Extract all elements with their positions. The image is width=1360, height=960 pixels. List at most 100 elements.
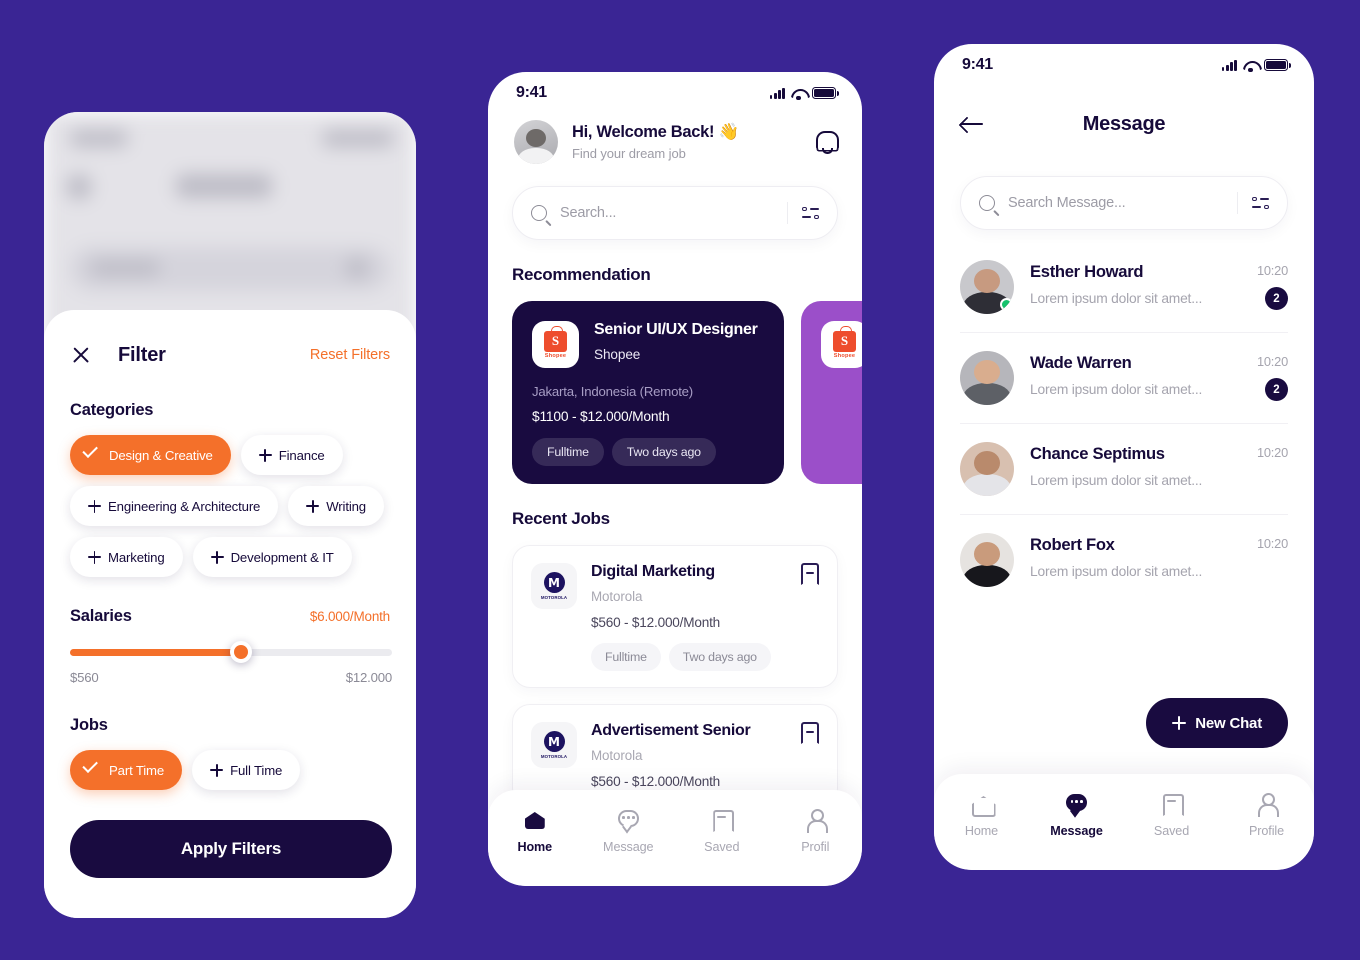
- job-details: Digital Marketing Motorola $560 - $12.00…: [591, 563, 787, 671]
- battery-icon: [1264, 59, 1291, 71]
- category-pill-writing[interactable]: Writing: [288, 486, 384, 526]
- job-list-item[interactable]: MOTOROLA Digital Marketing Motorola $560…: [512, 545, 838, 688]
- slider-range-labels: $560 $12.000: [70, 670, 392, 685]
- plus-icon: [306, 499, 320, 513]
- plus-icon: [210, 550, 224, 564]
- blur-status-time: [70, 130, 128, 147]
- bookmark-icon: [710, 808, 733, 831]
- category-pill-development-it[interactable]: Development & IT: [192, 537, 352, 577]
- avatar: [960, 533, 1014, 587]
- motorola-logo-icon: MOTOROLA: [531, 722, 577, 768]
- tab-saved[interactable]: Saved: [675, 808, 769, 886]
- tab-label: Home: [517, 840, 553, 854]
- filter-icon[interactable]: [1252, 196, 1269, 211]
- pill-label: Marketing: [108, 549, 165, 565]
- status-time: 9:41: [516, 84, 547, 101]
- bookmark-icon[interactable]: [801, 563, 819, 585]
- check-icon: [88, 765, 102, 775]
- recommendation-carousel[interactable]: S Shopee Senior UI/UX Designer Shopee Ja…: [488, 301, 862, 484]
- plus-icon: [210, 763, 224, 777]
- chat-time: 10:20: [1256, 536, 1288, 551]
- profile-icon: [804, 808, 828, 833]
- chat-text: Robert Fox Lorem ipsum dolor sit amet...: [1030, 533, 1241, 579]
- salary-value: $6.000/Month: [309, 609, 390, 624]
- chat-list-item[interactable]: Chance Septimus Lorem ipsum dolor sit am…: [960, 424, 1288, 515]
- tag-posted-time: Two days ago: [668, 643, 771, 671]
- job-type-pill-group: Part Time Full Time: [70, 750, 400, 790]
- filter-icon[interactable]: [802, 206, 819, 221]
- shopee-logo-icon: S Shopee: [821, 321, 862, 368]
- tab-profile[interactable]: Profile: [1219, 792, 1314, 870]
- recommendation-card-next[interactable]: S Shopee: [801, 301, 862, 484]
- job-salary: $560 - $12.000/Month: [591, 615, 721, 630]
- tab-message[interactable]: Message: [1029, 792, 1124, 870]
- search-icon: [531, 205, 547, 221]
- chat-list-item[interactable]: Esther Howard Lorem ipsum dolor sit amet…: [960, 242, 1288, 333]
- chat-list-item[interactable]: Robert Fox Lorem ipsum dolor sit amet...…: [960, 515, 1288, 605]
- category-pill-engineering-architecture[interactable]: Engineering & Architecture: [70, 486, 279, 526]
- new-chat-button[interactable]: New Chat: [1146, 698, 1288, 748]
- message-icon: [1065, 792, 1088, 815]
- tab-label: Profil: [801, 840, 830, 854]
- tag-job-type: Fulltime: [591, 643, 661, 671]
- tab-profile[interactable]: Profil: [769, 808, 863, 886]
- pill-label: Full Time: [230, 762, 283, 778]
- category-pill-marketing[interactable]: Marketing: [70, 537, 183, 577]
- tab-label: Profile: [1249, 824, 1284, 838]
- category-pill-finance[interactable]: Finance: [240, 435, 343, 475]
- user-avatar[interactable]: [514, 120, 558, 164]
- blur-search-text: [90, 260, 160, 276]
- tab-label: Message: [1050, 824, 1103, 838]
- tab-saved[interactable]: Saved: [1124, 792, 1219, 870]
- job-title: Advertisement Senior: [591, 722, 751, 739]
- chat-list-item[interactable]: Wade Warren Lorem ipsum dolor sit amet..…: [960, 333, 1288, 424]
- search-message-input[interactable]: Search Message...: [960, 176, 1288, 230]
- tab-home[interactable]: Home: [488, 808, 582, 886]
- avatar: [960, 442, 1014, 496]
- reset-filters-button[interactable]: Reset Filters: [310, 347, 390, 363]
- status-icons: [769, 87, 839, 100]
- avatar: [960, 351, 1014, 405]
- recommendation-card[interactable]: S Shopee Senior UI/UX Designer Shopee Ja…: [512, 301, 784, 484]
- search-input[interactable]: Search...: [512, 186, 838, 240]
- online-status-dot: [1000, 298, 1013, 311]
- recommendation-heading: Recommendation: [512, 265, 651, 284]
- category-pill-design-creative[interactable]: Design & Creative: [70, 435, 231, 475]
- chat-preview: Lorem ipsum dolor sit amet...: [1030, 382, 1203, 397]
- status-bar: 9:41: [488, 72, 862, 114]
- tab-message[interactable]: Message: [582, 808, 676, 886]
- pill-label: Engineering & Architecture: [108, 498, 261, 514]
- job-salary: $560 - $12.000/Month: [591, 774, 721, 789]
- tab-home[interactable]: Home: [934, 792, 1029, 870]
- chat-preview: Lorem ipsum dolor sit amet...: [1030, 564, 1203, 579]
- recommendation-tags: Fulltime Two days ago: [532, 438, 764, 466]
- chat-text: Chance Septimus Lorem ipsum dolor sit am…: [1030, 442, 1241, 488]
- pill-label: Development & IT: [230, 549, 334, 565]
- bell-icon[interactable]: [815, 130, 839, 154]
- bookmark-icon[interactable]: [801, 722, 819, 744]
- message-icon: [617, 808, 640, 831]
- tag-posted-time: Two days ago: [611, 438, 716, 466]
- check-icon: [88, 450, 102, 460]
- job-type-pill-full-time[interactable]: Full Time: [192, 750, 301, 790]
- shopee-logo-icon: S Shopee: [532, 321, 579, 368]
- home-icon: [970, 792, 993, 815]
- apply-filters-button[interactable]: Apply Filters: [70, 820, 392, 878]
- recommendation-salary: $1100 - $12.000/Month: [532, 409, 670, 424]
- divider: [1236, 192, 1238, 214]
- salary-slider[interactable]: [70, 641, 392, 663]
- signal-icon: [769, 87, 785, 99]
- salaries-heading: Salaries: [70, 607, 132, 625]
- close-icon[interactable]: [70, 344, 92, 366]
- plus-icon: [88, 550, 101, 564]
- pill-label: Design & Creative: [109, 447, 213, 463]
- tag-job-type: Fulltime: [532, 438, 604, 466]
- job-type-pill-part-time[interactable]: Part Time: [70, 750, 183, 790]
- tab-label: Saved: [704, 840, 740, 854]
- chat-meta: 10:20 2: [1257, 260, 1288, 310]
- recent-jobs-heading: Recent Jobs: [512, 509, 610, 528]
- chat-meta: 10:20: [1257, 442, 1288, 492]
- recommendation-card-top: S Shopee Senior UI/UX Designer Shopee: [532, 321, 764, 368]
- slider-handle[interactable]: [229, 641, 252, 663]
- recommendation-job-title: Senior UI/UX Designer: [594, 321, 758, 338]
